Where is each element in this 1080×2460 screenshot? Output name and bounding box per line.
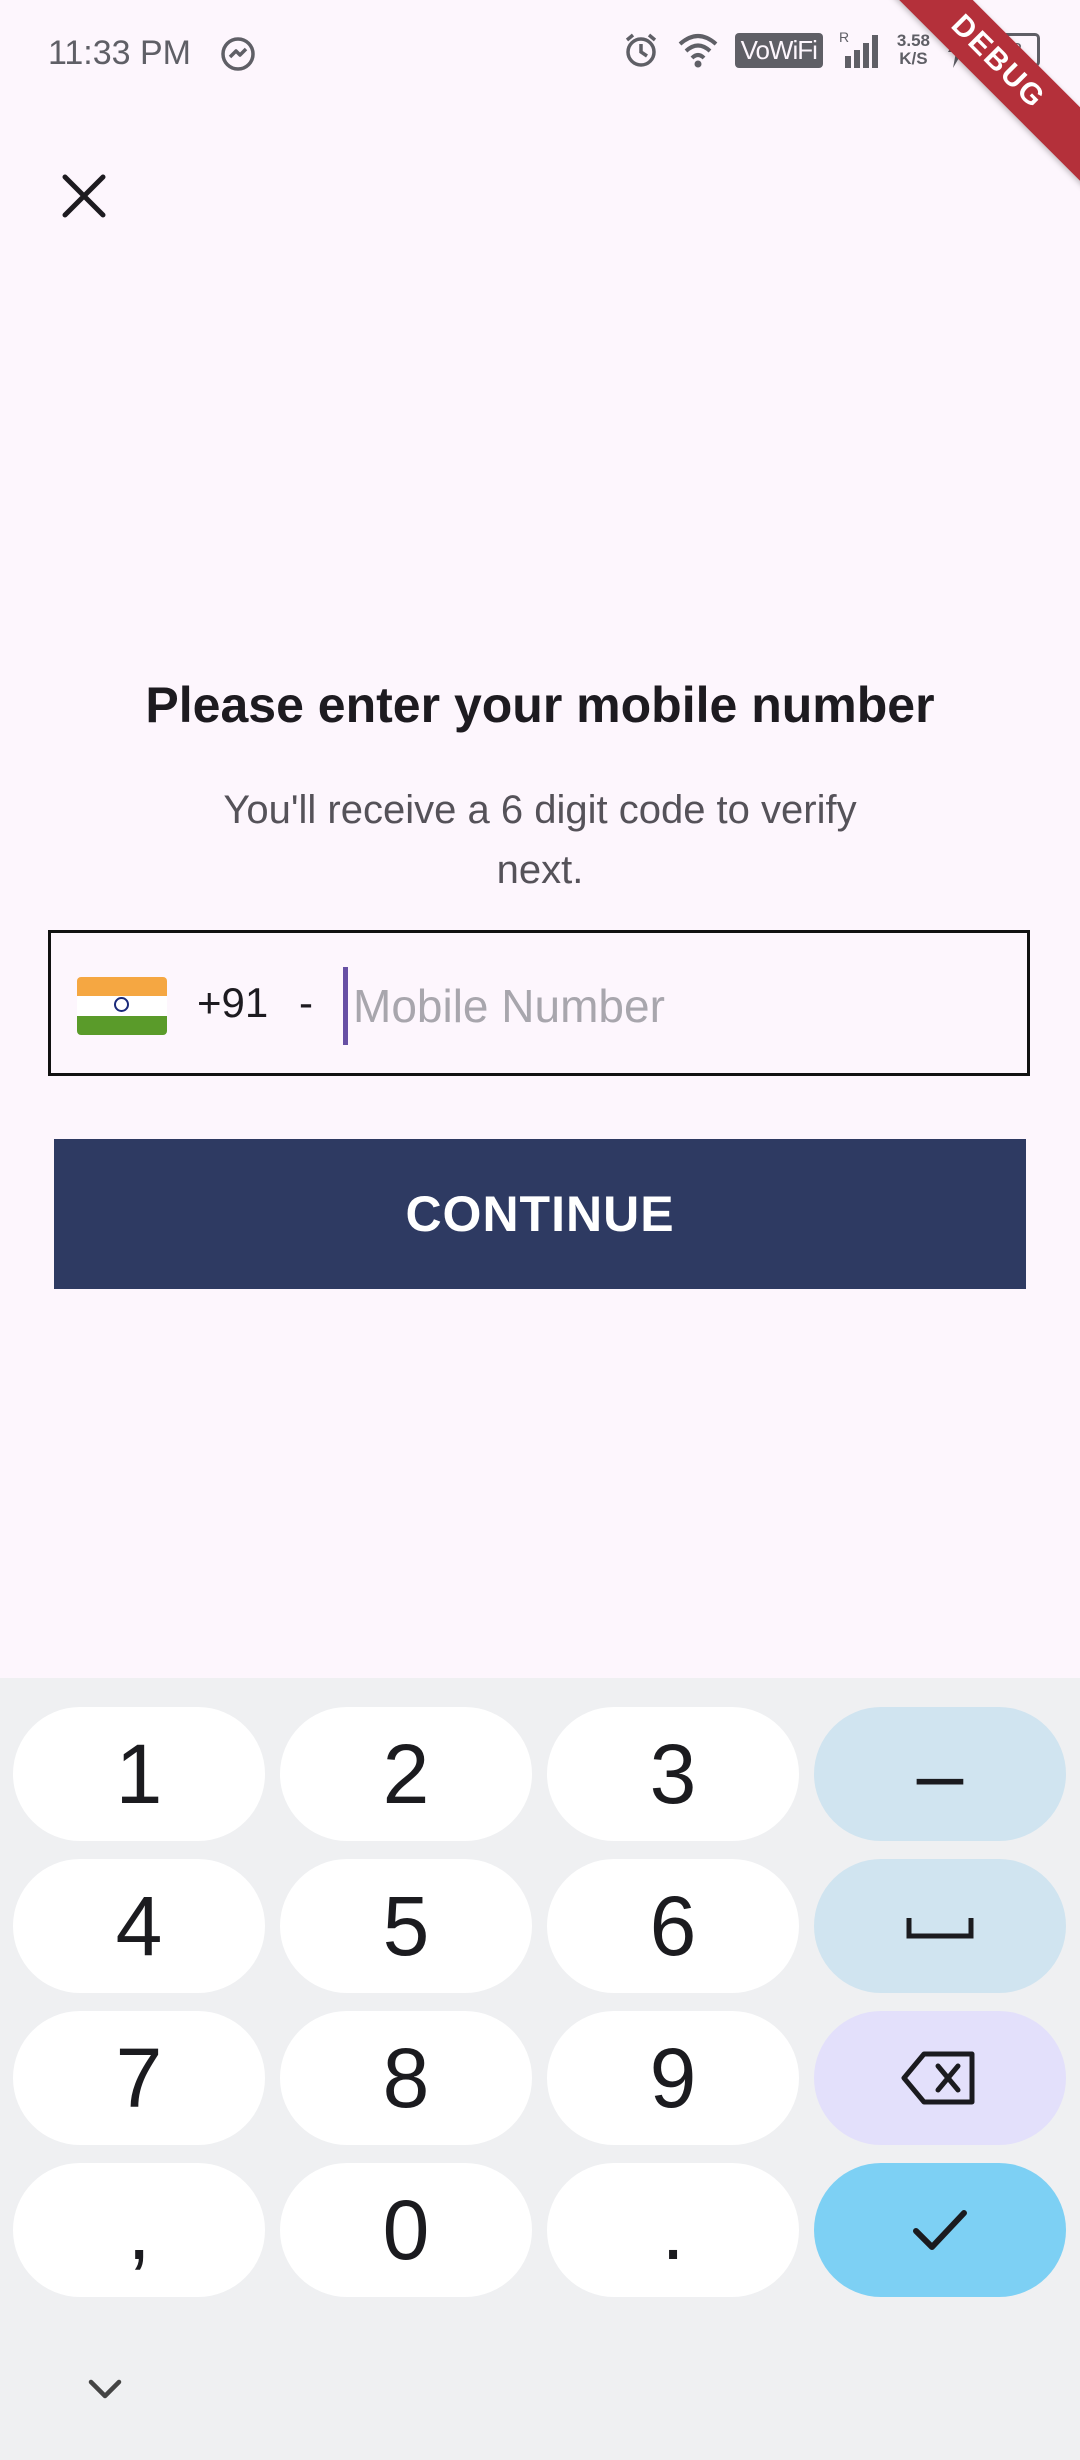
key-6[interactable]: 6 <box>547 1859 799 1993</box>
status-time: 11:33 PM <box>48 34 192 72</box>
key-5[interactable]: 5 <box>280 1859 532 1993</box>
close-button[interactable] <box>50 162 118 230</box>
key-done[interactable] <box>814 2163 1066 2297</box>
status-bar: 11:33 PM VoWiFi R 3.58 K/S 58 DEBUG <box>0 0 1080 194</box>
signal-icon: R <box>839 30 881 70</box>
page-subtitle: You'll receive a 6 digit code to verify … <box>223 788 857 892</box>
key-1[interactable]: 1 <box>13 1707 265 1841</box>
chevron-down-icon <box>88 2379 122 2399</box>
wifi-icon <box>677 30 719 70</box>
backspace-icon <box>901 2051 975 2105</box>
network-speed-unit: K/S <box>899 49 928 68</box>
alarm-icon <box>621 30 661 70</box>
key-9[interactable]: 9 <box>547 2011 799 2145</box>
key-7[interactable]: 7 <box>13 2011 265 2145</box>
mobile-number-input[interactable] <box>351 957 1015 1055</box>
messenger-icon <box>218 34 258 74</box>
vowifi-badge: VoWiFi <box>734 32 823 68</box>
key-0[interactable]: 0 <box>280 2163 532 2297</box>
key-comma[interactable]: , <box>13 2163 265 2297</box>
page-title: Please enter your mobile number <box>145 677 935 733</box>
key-backspace[interactable] <box>814 2011 1066 2145</box>
key-space[interactable] <box>814 1859 1066 1993</box>
phone-number-field[interactable]: +91 - <box>48 930 1030 1076</box>
key-8[interactable]: 8 <box>280 2011 532 2145</box>
india-flag-icon[interactable] <box>77 977 167 1035</box>
key-2[interactable]: 2 <box>280 1707 532 1841</box>
dial-code-separator: - <box>299 979 313 1026</box>
key-period[interactable]: . <box>547 2163 799 2297</box>
key-dash[interactable]: – <box>814 1707 1066 1841</box>
text-cursor <box>343 967 348 1045</box>
hide-keyboard-button[interactable] <box>82 2366 128 2412</box>
key-3[interactable]: 3 <box>547 1707 799 1841</box>
close-icon <box>62 174 106 218</box>
country-dial-code[interactable]: +91 <box>197 979 268 1027</box>
network-speed: 3.58 K/S <box>897 32 930 68</box>
svg-text:R: R <box>839 30 849 45</box>
key-4[interactable]: 4 <box>13 1859 265 1993</box>
space-icon <box>906 1918 974 1939</box>
network-speed-value: 3.58 <box>896 31 930 50</box>
check-icon <box>913 2210 967 2250</box>
continue-button[interactable]: CONTINUE <box>54 1139 1026 1289</box>
